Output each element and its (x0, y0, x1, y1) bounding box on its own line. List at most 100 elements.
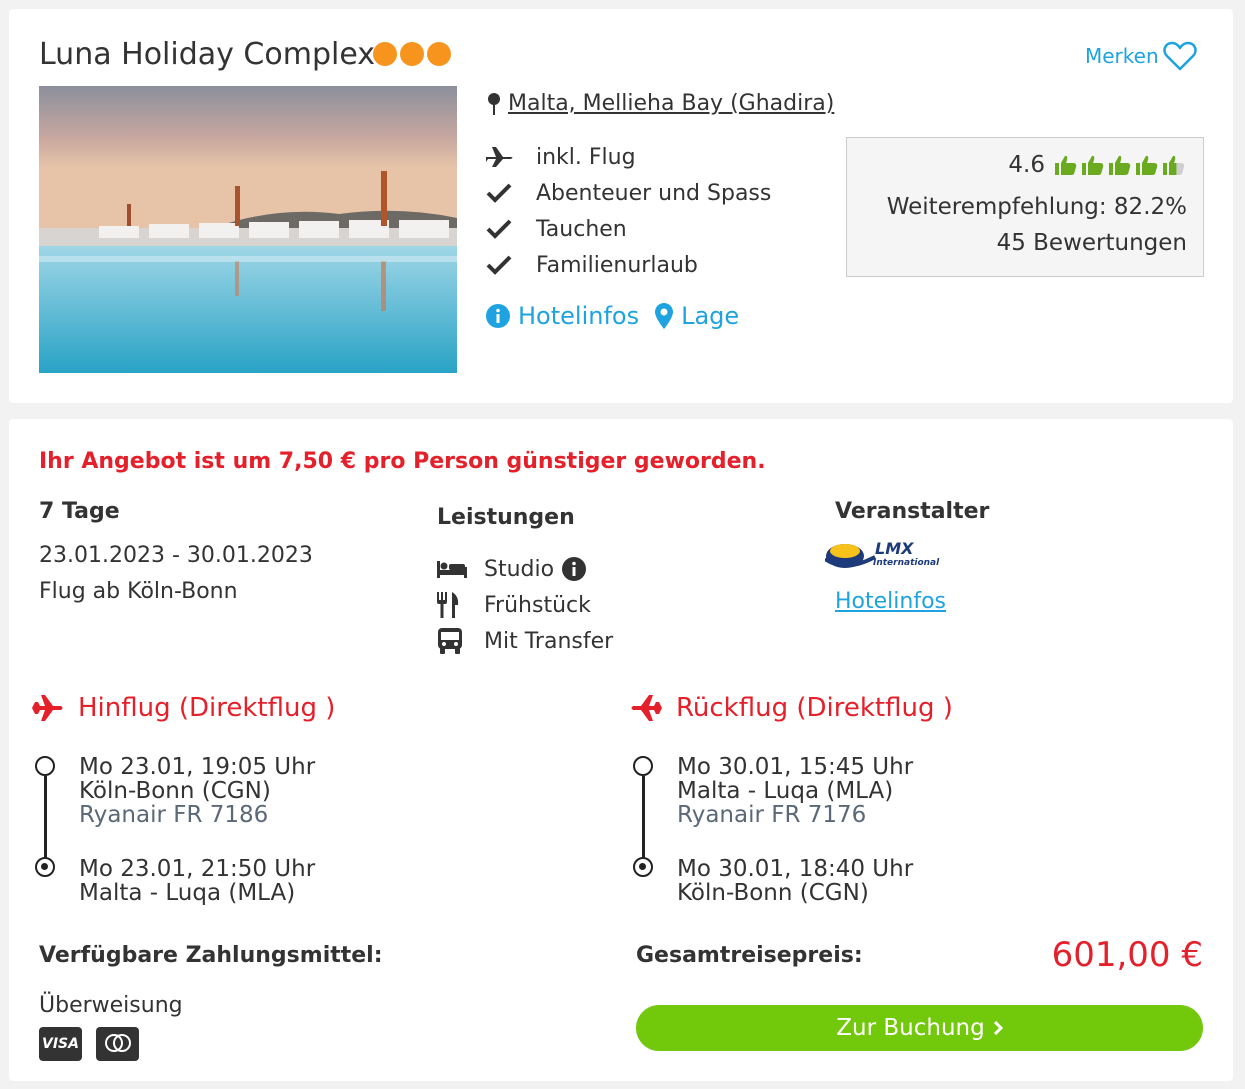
feature-list: inkl. Flug Abenteuer und Spass Tauchen F… (486, 139, 771, 283)
heart-icon (1162, 41, 1197, 71)
payment-title: Verfügbare Zahlungsmittel: (39, 943, 383, 968)
payment-cards: VISA (39, 1027, 139, 1061)
operator-title: Veranstalter (835, 499, 990, 524)
info-icon[interactable] (562, 557, 587, 581)
bus-icon (438, 628, 462, 654)
arrival-marker-icon (633, 857, 653, 877)
star-icon (373, 42, 397, 66)
feature-label: inkl. Flug (536, 144, 636, 170)
services-title: Leistungen (437, 505, 575, 530)
info-icon (486, 304, 510, 328)
service-label: Studio (484, 556, 555, 582)
thumb-up-icon (1136, 155, 1158, 175)
total-price: 601,00 € (1051, 935, 1203, 975)
rating-box: 4.6 Weiterempfehlung: 82.2% 45 Bewertung… (846, 137, 1204, 277)
outbound-airline: Ryanair FR 7186 (79, 802, 269, 828)
feature-item: inkl. Flug (486, 139, 771, 175)
return-title-label: Rückflug (Direktflug ) (676, 693, 953, 723)
thumb-up-icon (1082, 155, 1104, 175)
rating-score: 4.6 (1008, 152, 1045, 178)
services-list: Studio Frühstück Mit Transfer (437, 551, 613, 659)
travel-dates: 23.01.2023 - 30.01.2023 (39, 543, 313, 568)
recommendation-rate: Weiterempfehlung: 82.2% (886, 194, 1187, 220)
operator-logo-text: LMX (875, 539, 914, 558)
outbound-flight-title: Hinflug (Direktflug ) (32, 693, 335, 723)
feature-label: Familienurlaub (536, 252, 698, 278)
payment-method: Überweisung (39, 993, 183, 1018)
lage-label: Lage (681, 302, 740, 330)
service-label: Frühstück (484, 592, 591, 618)
outbound-title-label: Hinflug (Direktflug ) (78, 693, 336, 723)
plane-icon (32, 695, 63, 721)
return-flight-title: Rückflug (Direktflug ) (630, 693, 953, 723)
location-link[interactable]: Malta, Mellieha Bay (Ghadira) (508, 91, 834, 116)
total-price-label: Gesamtreisepreis: (636, 943, 863, 968)
thumb-up-icon (1055, 155, 1077, 175)
star-icon (400, 42, 424, 66)
departure-airport: Flug ab Köln-Bonn (39, 579, 238, 604)
hotel-location: Malta, Mellieha Bay (Ghadira) (486, 91, 834, 116)
hotelinfos-label: Hotelinfos (518, 302, 640, 330)
outbound-dep-time: Mo 23.01, 19:05 Uhr (79, 754, 316, 780)
return-timeline (642, 776, 645, 862)
cutlery-icon (437, 592, 459, 618)
return-departure: Mo 30.01, 15:45 Uhr Malta - Luqa (MLA) R… (677, 755, 913, 827)
book-button[interactable]: Zur Buchung (636, 1005, 1203, 1051)
service-item: Mit Transfer (437, 623, 613, 659)
feature-item: Tauchen (486, 211, 771, 247)
plane-icon (486, 147, 513, 167)
hotel-name: Luna Holiday Complex (39, 37, 376, 72)
return-dep-time: Mo 30.01, 15:45 Uhr (677, 754, 914, 780)
return-airline: Ryanair FR 7176 (677, 802, 867, 828)
departure-marker-icon (633, 756, 653, 776)
outbound-timeline (44, 776, 47, 862)
hotel-photo[interactable] (39, 86, 457, 373)
mastercard-icon (96, 1027, 139, 1061)
chevron-right-icon (993, 1020, 1003, 1036)
visa-icon: VISA (39, 1027, 82, 1061)
return-dep-airport: Malta - Luqa (MLA) (677, 778, 894, 804)
operator-logo: LMX International (823, 539, 945, 575)
hotelinfos-link[interactable]: Hotelinfos (486, 302, 639, 330)
outbound-departure: Mo 23.01, 19:05 Uhr Köln-Bonn (CGN) Ryan… (79, 755, 315, 827)
check-icon (486, 183, 512, 203)
operator-logo-subtext: International (873, 558, 940, 568)
bed-icon (437, 561, 467, 578)
price-change-notice: Ihr Angebot ist um 7,50 € pro Person gün… (39, 449, 766, 474)
service-label: Mit Transfer (484, 628, 614, 654)
thumb-up-icon (1109, 155, 1131, 175)
thumb-up-icon (1163, 155, 1185, 175)
review-count[interactable]: 45 Bewertungen (997, 230, 1187, 256)
check-icon (486, 255, 512, 275)
outbound-arr-airport: Malta - Luqa (MLA) (79, 880, 296, 906)
hotel-card: Luna Holiday Complex Merken Malta, Melli… (9, 9, 1233, 403)
duration: 7 Tage (39, 499, 120, 524)
rating-thumbs (1053, 153, 1187, 177)
arrival-marker-icon (35, 857, 55, 877)
feature-label: Tauchen (536, 216, 627, 242)
feature-label: Abenteuer und Spass (536, 180, 772, 206)
service-item: Frühstück (437, 587, 613, 623)
offer-card: Ihr Angebot ist um 7,50 € pro Person gün… (9, 419, 1233, 1081)
check-icon (486, 219, 512, 239)
star-icon (427, 42, 451, 66)
map-marker-icon (655, 303, 674, 329)
merken-button[interactable]: Merken (1085, 41, 1197, 71)
return-arr-time: Mo 30.01, 18:40 Uhr (677, 856, 914, 882)
hotel-stars (373, 42, 451, 66)
hotel-links: Hotelinfos Lage (486, 302, 739, 330)
outbound-arrival: Mo 23.01, 21:50 Uhr Malta - Luqa (MLA) (79, 857, 315, 905)
return-arrival: Mo 30.01, 18:40 Uhr Köln-Bonn (CGN) (677, 857, 913, 905)
outbound-arr-time: Mo 23.01, 21:50 Uhr (79, 856, 316, 882)
service-item: Studio (437, 551, 613, 587)
book-button-label: Zur Buchung (836, 1015, 985, 1041)
plane-icon (631, 695, 662, 721)
map-pin-icon (488, 92, 500, 115)
departure-marker-icon (35, 756, 55, 776)
feature-item: Abenteuer und Spass (486, 175, 771, 211)
merken-label: Merken (1085, 44, 1159, 68)
return-arr-airport: Köln-Bonn (CGN) (677, 880, 869, 906)
lage-link[interactable]: Lage (655, 302, 739, 330)
operator-hotelinfos-link[interactable]: Hotelinfos (835, 589, 946, 614)
feature-item: Familienurlaub (486, 247, 771, 283)
